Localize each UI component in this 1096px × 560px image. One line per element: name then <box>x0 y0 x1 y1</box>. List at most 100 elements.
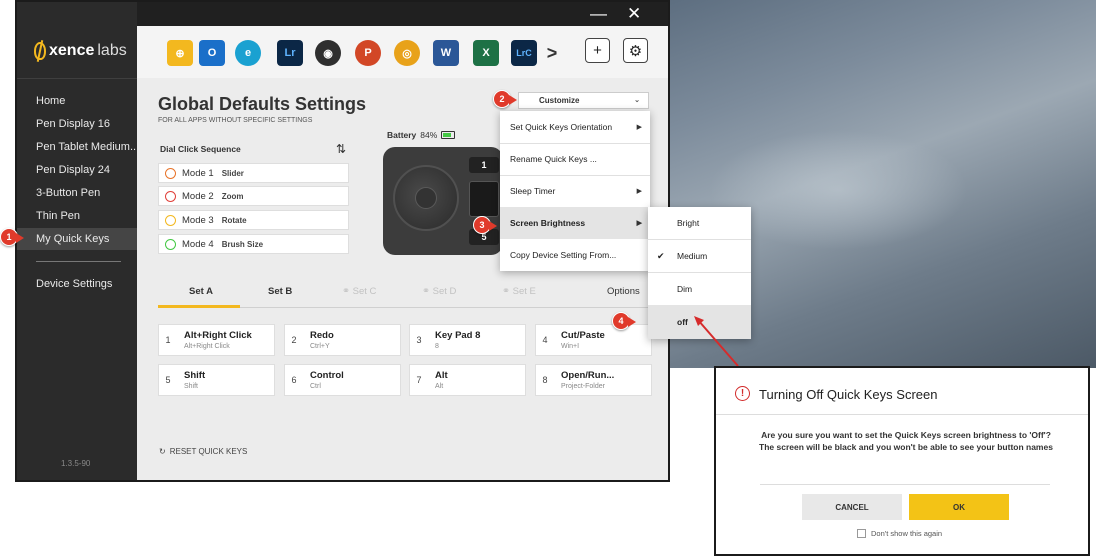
key-number: 1 <box>165 335 171 345</box>
tab-set-d[interactable]: ⚭ Set D <box>422 286 456 297</box>
key-shortcut: Shift <box>184 383 199 390</box>
globe-icon[interactable]: ⊕ <box>167 40 193 66</box>
edge-icon[interactable]: e <box>235 40 261 66</box>
tab-options[interactable]: Options <box>607 286 640 297</box>
sidebar-item-home[interactable]: Home <box>17 90 137 112</box>
chrome-icon[interactable]: ◎ <box>394 40 420 66</box>
page-subtitle: FOR ALL APPS WITHOUT SPECIFIC SETTINGS <box>158 117 313 124</box>
key-number: 4 <box>542 335 548 345</box>
brightness-bright[interactable]: Bright <box>648 207 751 239</box>
dont-show-again-checkbox[interactable]: Don't show this again <box>857 529 942 538</box>
key-number: 2 <box>291 335 297 345</box>
quick-keys-device-image: 1 5 <box>383 147 503 255</box>
excel-icon[interactable]: X <box>473 40 499 66</box>
mode-value: Zoom <box>221 191 244 201</box>
tab-set-b[interactable]: Set B <box>268 286 292 297</box>
sort-icon[interactable]: ⇅ <box>336 142 346 156</box>
dial-mode-row[interactable]: Mode 4 Brush Size <box>158 234 349 254</box>
outlook-icon[interactable]: O <box>199 40 225 66</box>
quick-key-3[interactable]: 3 Key Pad 8 8 <box>409 324 526 356</box>
sidebar-divider <box>17 78 137 79</box>
key-name: Open/Run... <box>561 370 615 381</box>
callout-4: 4 <box>612 312 636 330</box>
key-name: Control <box>310 370 344 381</box>
key-shortcut: Ctrl <box>310 383 321 390</box>
tab-set-a[interactable]: Set A <box>189 286 213 297</box>
key-name: Redo <box>310 330 334 341</box>
chevron-down-icon: ⌄ <box>634 97 640 104</box>
key-name: Key Pad 8 <box>435 330 481 341</box>
customize-dropdown[interactable]: Customize ⌄ <box>518 92 649 109</box>
quick-key-7[interactable]: 7 Alt Alt <box>409 364 526 396</box>
sidebar-item-pen-display-16[interactable]: Pen Display 16 <box>17 113 137 135</box>
key-number: 7 <box>416 375 422 385</box>
tab-set-e[interactable]: ⚭ Set E <box>502 286 536 297</box>
quick-key-4[interactable]: 4 Cut/Paste Win+I <box>535 324 652 356</box>
key-name: Shift <box>184 370 206 381</box>
quick-key-2[interactable]: 2 Redo Ctrl+Y <box>284 324 401 356</box>
reset-icon: ↻ <box>159 447 166 456</box>
dial-mode-row[interactable]: Mode 1 Slider <box>158 163 349 183</box>
customize-menu: Set Quick Keys Orientation ▶ Rename Quick… <box>500 111 650 271</box>
sidebar-divider <box>36 261 121 262</box>
battery-icon <box>441 131 456 139</box>
menu-item-copy-settings[interactable]: Copy Device Setting From... <box>500 239 650 271</box>
ok-button[interactable]: OK <box>909 494 1009 520</box>
quick-key-5[interactable]: 5 Shift Shift <box>158 364 275 396</box>
checkbox-label: Don't show this again <box>871 529 943 538</box>
confirm-dialog: ! Turning Off Quick Keys Screen Are you … <box>714 366 1090 556</box>
mode-label: Mode 2 <box>182 190 214 202</box>
dialog-divider <box>716 414 1088 415</box>
sidebar-item-thin-pen[interactable]: Thin Pen <box>17 205 137 227</box>
brightness-dim[interactable]: Dim <box>648 273 751 305</box>
warning-icon: ! <box>735 386 750 401</box>
quick-key-8[interactable]: 8 Open/Run... Project-Folder <box>535 364 652 396</box>
sidebar-item-pen-display-24[interactable]: Pen Display 24 <box>17 159 137 181</box>
key-shortcut: Ctrl+Y <box>310 343 330 350</box>
tab-set-c[interactable]: ⚭ Set C <box>342 286 376 297</box>
cancel-button[interactable]: CANCEL <box>802 494 902 520</box>
link-icon: ⚭ <box>342 286 353 297</box>
lightroom-classic-icon[interactable]: LrC <box>511 40 537 66</box>
sidebar-item-pen-tablet-medium[interactable]: Pen Tablet Medium... <box>17 136 137 158</box>
app-toolbar: ⊕ O e Lr ◉ P ◎ W X LrC > + ⚙ <box>137 26 668 78</box>
add-app-button[interactable]: + <box>585 38 610 63</box>
brightness-medium[interactable]: ✔ Medium <box>648 240 751 272</box>
reset-quick-keys-button[interactable]: ↻ RESET QUICK KEYS <box>159 447 247 456</box>
mode-value: Rotate <box>221 215 247 225</box>
link-icon: ⚭ <box>422 286 433 297</box>
key-name: Cut/Paste <box>561 330 605 341</box>
checkbox-icon[interactable] <box>857 529 866 538</box>
key-shortcut: 8 <box>435 343 439 350</box>
menu-item-rename[interactable]: Rename Quick Keys ... <box>500 143 650 175</box>
device-key-1: 1 <box>469 157 499 173</box>
callout-arrow <box>694 316 739 367</box>
powerpoint-icon[interactable]: P <box>355 40 381 66</box>
dial-mode-row[interactable]: Mode 2 Zoom <box>158 186 349 206</box>
minimize-button[interactable]: — <box>590 4 607 24</box>
camera-icon[interactable]: ◉ <box>315 40 341 66</box>
close-button[interactable]: ✕ <box>627 4 641 24</box>
key-number: 3 <box>416 335 422 345</box>
dial-mode-row[interactable]: Mode 3 Rotate <box>158 210 349 230</box>
sidebar: xence labs Home Pen Display 16 Pen Tablet… <box>17 2 137 480</box>
chevron-right-icon[interactable]: > <box>539 40 565 66</box>
sidebar-item-device-settings[interactable]: Device Settings <box>17 273 137 295</box>
quick-key-1[interactable]: 1 Alt+Right Click Alt+Right Click <box>158 324 275 356</box>
menu-item-orientation[interactable]: Set Quick Keys Orientation ▶ <box>500 111 650 143</box>
menu-item-sleep-timer[interactable]: Sleep Timer ▶ <box>500 175 650 207</box>
mode-value: Slider <box>221 168 244 178</box>
chevron-right-icon: ▶ <box>636 220 642 227</box>
sidebar-item-3-button-pen[interactable]: 3-Button Pen <box>17 182 137 204</box>
lightroom-icon[interactable]: Lr <box>277 40 303 66</box>
quick-key-6[interactable]: 6 Control Ctrl <box>284 364 401 396</box>
key-shortcut: Alt+Right Click <box>184 343 230 350</box>
dialog-message: Are you sure you want to set the Quick K… <box>759 430 1053 452</box>
key-number: 5 <box>165 375 171 385</box>
sidebar-item-my-quick-keys[interactable]: My Quick Keys <box>17 228 137 250</box>
mode-label: Mode 1 <box>182 167 214 179</box>
gear-icon[interactable]: ⚙ <box>623 38 648 63</box>
word-icon[interactable]: W <box>433 40 459 66</box>
battery-status: Battery 84% <box>387 130 456 140</box>
menu-item-screen-brightness[interactable]: Screen Brightness ▶ <box>500 207 650 239</box>
